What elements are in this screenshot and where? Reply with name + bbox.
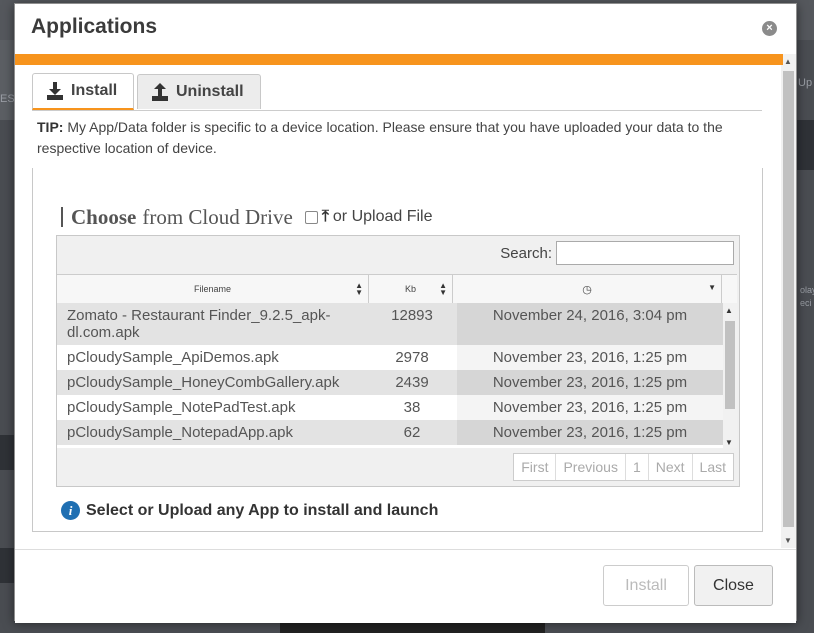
background-sidebar: [0, 40, 14, 120]
modal-footer: Install Close: [15, 549, 796, 623]
cell-date: November 23, 2016, 1:25 pm: [457, 395, 723, 420]
tip-text: My App/Data folder is specific to a devi…: [37, 119, 723, 156]
download-icon: [47, 82, 63, 100]
cell-filename: pCloudySample_ApiDemos.apk: [67, 349, 279, 366]
upload-icon: [152, 83, 168, 101]
pager-first[interactable]: First: [514, 454, 557, 480]
cell-filename: Zomato - Restaurant Finder_9.2.5_apk-dl.…: [67, 307, 331, 341]
accent-bar: [15, 54, 783, 65]
background-text-left: ES: [0, 93, 15, 105]
choose-source: from Cloud Drive: [142, 204, 293, 229]
scroll-down-icon[interactable]: ▼: [725, 438, 733, 447]
scroll-down-icon[interactable]: ▼: [784, 536, 792, 545]
pagination: First Previous 1 Next Last: [513, 453, 734, 481]
background-block-left: [0, 435, 14, 470]
cell-kb: 2439: [395, 374, 429, 391]
files-table: Search: Filename ▲ ▼ Kb ▲ ▼ ◷ ▼ Zomato - R…: [56, 235, 740, 487]
info-icon: i: [61, 501, 80, 520]
table-row[interactable]: pCloudySample_NotePadTest.apk 38 Novembe…: [57, 395, 723, 420]
table-row[interactable]: Zomato - Restaurant Finder_9.2.5_apk-dl.…: [57, 303, 723, 345]
background-text-right-2: olay: [800, 285, 814, 295]
pager-page-1[interactable]: 1: [626, 454, 649, 480]
tab-uninstall-label: Uninstall: [176, 83, 244, 100]
upload-arrow-icon: ⤒: [321, 208, 329, 225]
cell-filename: pCloudySample_NotePadTest.apk: [67, 399, 296, 416]
modal-scrollbar[interactable]: ▲ ▼: [781, 54, 796, 548]
column-filename[interactable]: Filename ▲ ▼: [57, 275, 369, 303]
cell-date: November 23, 2016, 1:25 pm: [457, 345, 723, 370]
tab-install[interactable]: Install: [32, 73, 134, 110]
upload-file-checkbox[interactable]: [304, 210, 318, 224]
hint-text: Select or Upload any App to install and …: [86, 501, 439, 519]
tip-label: TIP:: [37, 119, 64, 135]
modal-scrollbar-thumb[interactable]: [783, 71, 794, 527]
pager-next[interactable]: Next: [649, 454, 693, 480]
tab-uninstall[interactable]: Uninstall: [137, 74, 261, 109]
background-block-left-2: [0, 548, 14, 583]
cell-date: November 24, 2016, 3:04 pm: [457, 303, 723, 345]
close-button[interactable]: Close: [694, 565, 773, 606]
table-scrollbar-thumb[interactable]: [725, 321, 735, 409]
cell-date: November 23, 2016, 1:25 pm: [457, 370, 723, 395]
search-row: Search:: [500, 241, 734, 265]
modal-title: Applications: [31, 15, 158, 38]
table-row[interactable]: pCloudySample_HoneyCombGallery.apk 2439 …: [57, 370, 723, 395]
table-row[interactable]: pCloudySample_NotepadApp.apk 62 November…: [57, 420, 723, 445]
background-panel-right: [797, 120, 814, 170]
column-kb[interactable]: Kb ▲ ▼: [369, 275, 453, 303]
table-body: Zomato - Restaurant Finder_9.2.5_apk-dl.…: [57, 303, 723, 448]
scroll-up-icon[interactable]: ▲: [784, 57, 792, 66]
tip-message: TIP: My App/Data folder is specific to a…: [37, 117, 752, 159]
cell-kb: 2978: [395, 349, 429, 366]
tab-install-label: Install: [71, 82, 118, 99]
cell-date: November 23, 2016, 1:25 pm: [457, 420, 723, 445]
pager-previous[interactable]: Previous: [556, 454, 626, 480]
choose-divider: [61, 207, 63, 227]
install-button[interactable]: Install: [603, 565, 689, 606]
search-label: Search:: [500, 244, 552, 262]
tab-bar: Install Uninstall: [32, 72, 762, 111]
instruction-hint: i Select or Upload any App to install an…: [61, 501, 438, 520]
clock-icon: ◷: [582, 283, 592, 296]
cell-filename: pCloudySample_NotepadApp.apk: [67, 424, 293, 441]
applications-modal: Applications × ▲ ▼ Install Uninstall TIP…: [14, 3, 797, 623]
table-scrollbar[interactable]: ▲ ▼: [723, 303, 737, 448]
cell-kb: 38: [403, 399, 421, 416]
column-date[interactable]: ◷ ▼: [453, 275, 722, 303]
sort-icon: ▲ ▼: [355, 281, 363, 297]
upload-file-label[interactable]: or Upload File: [333, 208, 433, 226]
cell-kb: 62: [403, 424, 421, 441]
sort-icon: ▲ ▼: [439, 281, 447, 297]
cell-kb: 12893: [391, 307, 433, 324]
table-row[interactable]: pCloudySample_ApiDemos.apk 2978 November…: [57, 345, 723, 370]
sort-desc-icon: ▼: [708, 283, 716, 292]
table-header: Filename ▲ ▼ Kb ▲ ▼ ◷ ▼: [57, 274, 737, 304]
column-filename-label: Filename: [193, 284, 231, 294]
column-kb-label: Kb: [404, 284, 416, 294]
modal-header: Applications ×: [15, 4, 796, 52]
cell-filename: pCloudySample_HoneyCombGallery.apk: [67, 374, 340, 391]
choose-row: Choose from Cloud Drive ⤒ or Upload File: [61, 203, 433, 231]
choose-heading: Choose: [71, 204, 137, 229]
pager-last[interactable]: Last: [693, 454, 733, 480]
close-icon[interactable]: ×: [762, 21, 777, 36]
background-text-right: Up: [798, 77, 813, 89]
scroll-up-icon[interactable]: ▲: [725, 306, 733, 315]
search-input[interactable]: [556, 241, 734, 265]
background-text-right-3: eci: [800, 298, 812, 308]
